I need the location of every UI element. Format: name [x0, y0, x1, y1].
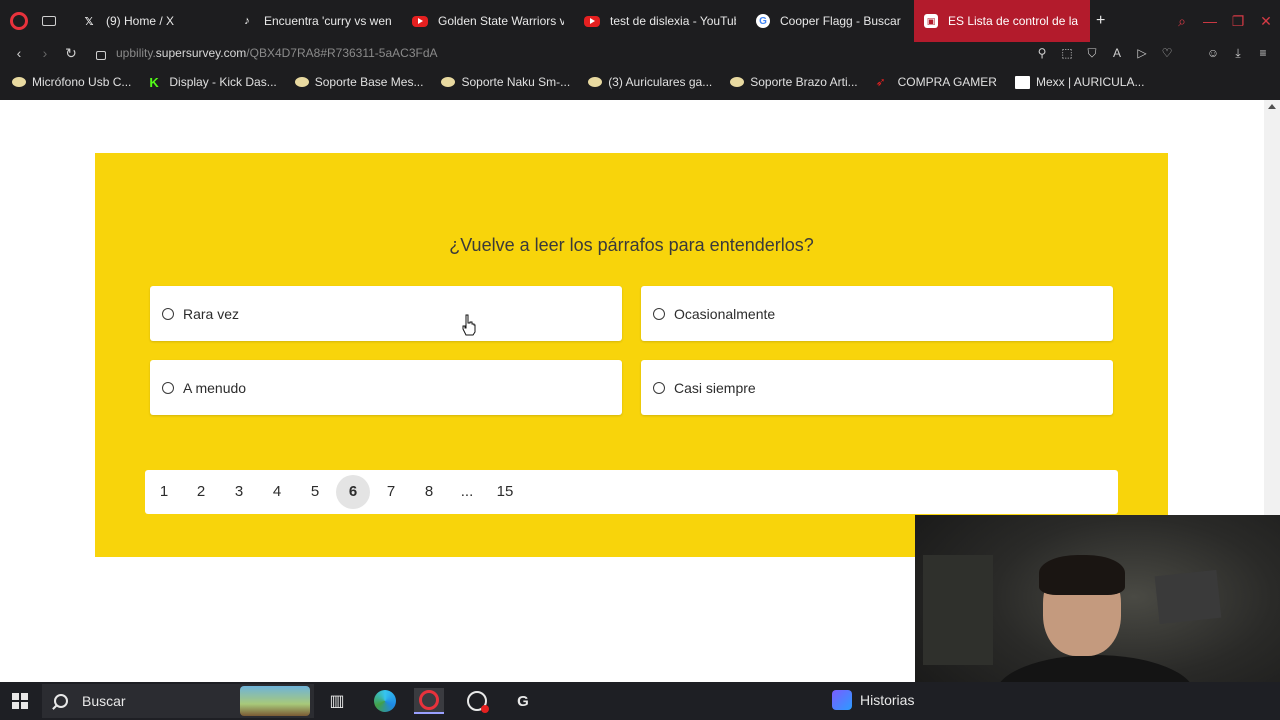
forward-icon[interactable]: ›	[32, 45, 58, 61]
search-tabs-icon[interactable]: ⌕	[1168, 13, 1196, 30]
lock-icon	[96, 50, 106, 60]
bookmark-item[interactable]: ➶ COMPRA GAMER	[876, 75, 997, 89]
menu-icon[interactable]: ≡	[1256, 46, 1270, 60]
page-link-3[interactable]: 3	[222, 475, 256, 509]
tab-x-home[interactable]: 𝕏 (9) Home / X	[72, 0, 230, 42]
tiktok-icon: ♪	[244, 15, 250, 27]
option-label: A menudo	[183, 379, 247, 396]
page-link-4[interactable]: 4	[260, 475, 294, 509]
opera-icon[interactable]	[414, 688, 444, 714]
maximize-icon[interactable]: ❐	[1224, 13, 1252, 30]
opera-menu-icon[interactable]	[10, 12, 28, 30]
tab-google-cooper-flagg[interactable]: G Cooper Flagg - Buscar c	[746, 0, 914, 42]
snapshot-icon[interactable]: ⬚	[1060, 46, 1074, 60]
game-controller-icon[interactable]	[42, 16, 56, 26]
tab-tiktok-search[interactable]: ♪ Encuentra 'curry vs wen	[230, 0, 402, 42]
page-link-6-current[interactable]: 6	[336, 475, 370, 509]
question-card: ¿Vuelve a leer los párrafos para entende…	[95, 153, 1168, 557]
tab-youtube-dislexia[interactable]: test de dislexia - YouTub	[574, 0, 746, 42]
bookmark-item[interactable]: Soporte Base Mes...	[294, 75, 423, 89]
question-text: ¿Vuelve a leer los párrafos para entende…	[449, 235, 814, 255]
page-link-5[interactable]: 5	[298, 475, 332, 509]
windows-start-icon[interactable]	[12, 693, 28, 709]
bookmark-item[interactable]: K Display - Kick Das...	[149, 75, 276, 90]
page-link-1[interactable]: 1	[147, 475, 181, 509]
radio-icon[interactable]	[162, 307, 174, 320]
close-window-icon[interactable]: ✕	[1252, 13, 1280, 30]
option-rara-vez[interactable]: Rara vez	[150, 286, 622, 341]
address-bar: ‹ › ↻ upbility.supersurvey.com/QBX4D7RA8…	[0, 42, 1280, 64]
scroll-up-icon[interactable]	[1268, 104, 1276, 109]
hand-cursor-icon	[462, 314, 476, 336]
page-ellipsis: ...	[460, 483, 474, 500]
option-ocasionalmente[interactable]: Ocasionalmente	[641, 286, 1113, 341]
radio-icon[interactable]	[653, 381, 665, 394]
page-link-7[interactable]: 7	[374, 475, 408, 509]
heart-icon[interactable]: ♡	[1160, 46, 1174, 60]
radio-icon[interactable]	[653, 307, 665, 320]
bookmark-icon	[294, 77, 309, 87]
task-view-icon[interactable]: ▥	[322, 688, 352, 714]
download-icon[interactable]: ⤓	[1231, 46, 1245, 60]
bookmark-icon	[588, 77, 603, 87]
page-link-2[interactable]: 2	[184, 475, 218, 509]
search-icon	[54, 694, 68, 708]
supersurvey-icon: ▣	[924, 14, 938, 28]
radio-icon[interactable]	[162, 381, 174, 394]
browser-tab-bar: 𝕏 (9) Home / X ♪ Encuentra 'curry vs wen…	[0, 0, 1280, 42]
compra-gamer-icon: ➶	[875, 75, 886, 89]
youtube-icon	[584, 15, 600, 27]
windows-taskbar: Buscar ▥ G Historias	[0, 682, 1280, 720]
option-a-menudo[interactable]: A menudo	[150, 360, 622, 415]
page-link-15[interactable]: 15	[488, 475, 522, 509]
pagination: 1 2 3 4 5 6 7 8 ... 15	[145, 470, 1118, 514]
url-field[interactable]: upbility.supersurvey.com/QBX4D7RA8#R7363…	[116, 46, 438, 60]
tab-youtube-warriors[interactable]: Golden State Warriors v	[402, 0, 574, 42]
shield-icon[interactable]: ⛉	[1085, 46, 1099, 60]
bookmark-item[interactable]: Micrófono Usb C...	[12, 75, 131, 89]
tab-supersurvey-active[interactable]: ▣ ES Lista de control de la d	[914, 0, 1090, 42]
bookmark-icon	[441, 77, 456, 87]
minimize-icon[interactable]: —	[1196, 13, 1224, 29]
new-tab-plus-icon[interactable]: +	[1096, 12, 1105, 30]
send-icon[interactable]: ▷	[1135, 46, 1149, 60]
bookmark-icon	[12, 77, 26, 87]
option-casi-siempre[interactable]: Casi siempre	[641, 360, 1113, 415]
address-bar-tools: ⚲ ⬚ ⛉ A ▷ ♡ ☺ ⤓ ≡	[1035, 42, 1270, 64]
historias-icon	[832, 690, 852, 710]
option-label: Ocasionalmente	[674, 305, 776, 322]
edge-icon[interactable]	[370, 688, 400, 714]
google-icon: G	[756, 14, 770, 28]
option-label: Rara vez	[183, 305, 240, 322]
bookmark-item[interactable]: Mexx | AURICULA...	[1014, 75, 1144, 89]
taskbar-search[interactable]: Buscar	[42, 684, 314, 718]
translate-icon[interactable]: A	[1110, 46, 1124, 60]
opera-gx-icon[interactable]	[462, 688, 492, 714]
reload-icon[interactable]: ↻	[58, 45, 84, 62]
bookmark-icon	[730, 77, 745, 87]
bookmark-item[interactable]: (3) Auriculares ga...	[588, 75, 712, 89]
profile-icon[interactable]: ☺	[1206, 46, 1220, 60]
historias-widget[interactable]: Historias	[832, 690, 914, 710]
option-label: Casi siempre	[674, 379, 756, 396]
bookmark-item[interactable]: Soporte Naku Sm-...	[441, 75, 570, 89]
x-logo-icon: 𝕏	[84, 15, 94, 28]
search-highlight-image	[240, 686, 310, 716]
logitech-g-icon[interactable]: G	[508, 688, 538, 714]
back-icon[interactable]: ‹	[6, 45, 32, 61]
kick-icon: K	[149, 74, 159, 90]
bookmarks-bar: Micrófono Usb C... K Display - Kick Das..…	[0, 64, 1280, 100]
youtube-icon	[412, 15, 428, 27]
window-controls: ⌕ — ❐ ✕	[1168, 0, 1280, 42]
page-link-8[interactable]: 8	[412, 475, 446, 509]
pin-icon[interactable]: ⚲	[1035, 46, 1049, 60]
bookmark-item[interactable]: Soporte Brazo Arti...	[730, 75, 858, 89]
mexx-icon	[1014, 75, 1030, 89]
